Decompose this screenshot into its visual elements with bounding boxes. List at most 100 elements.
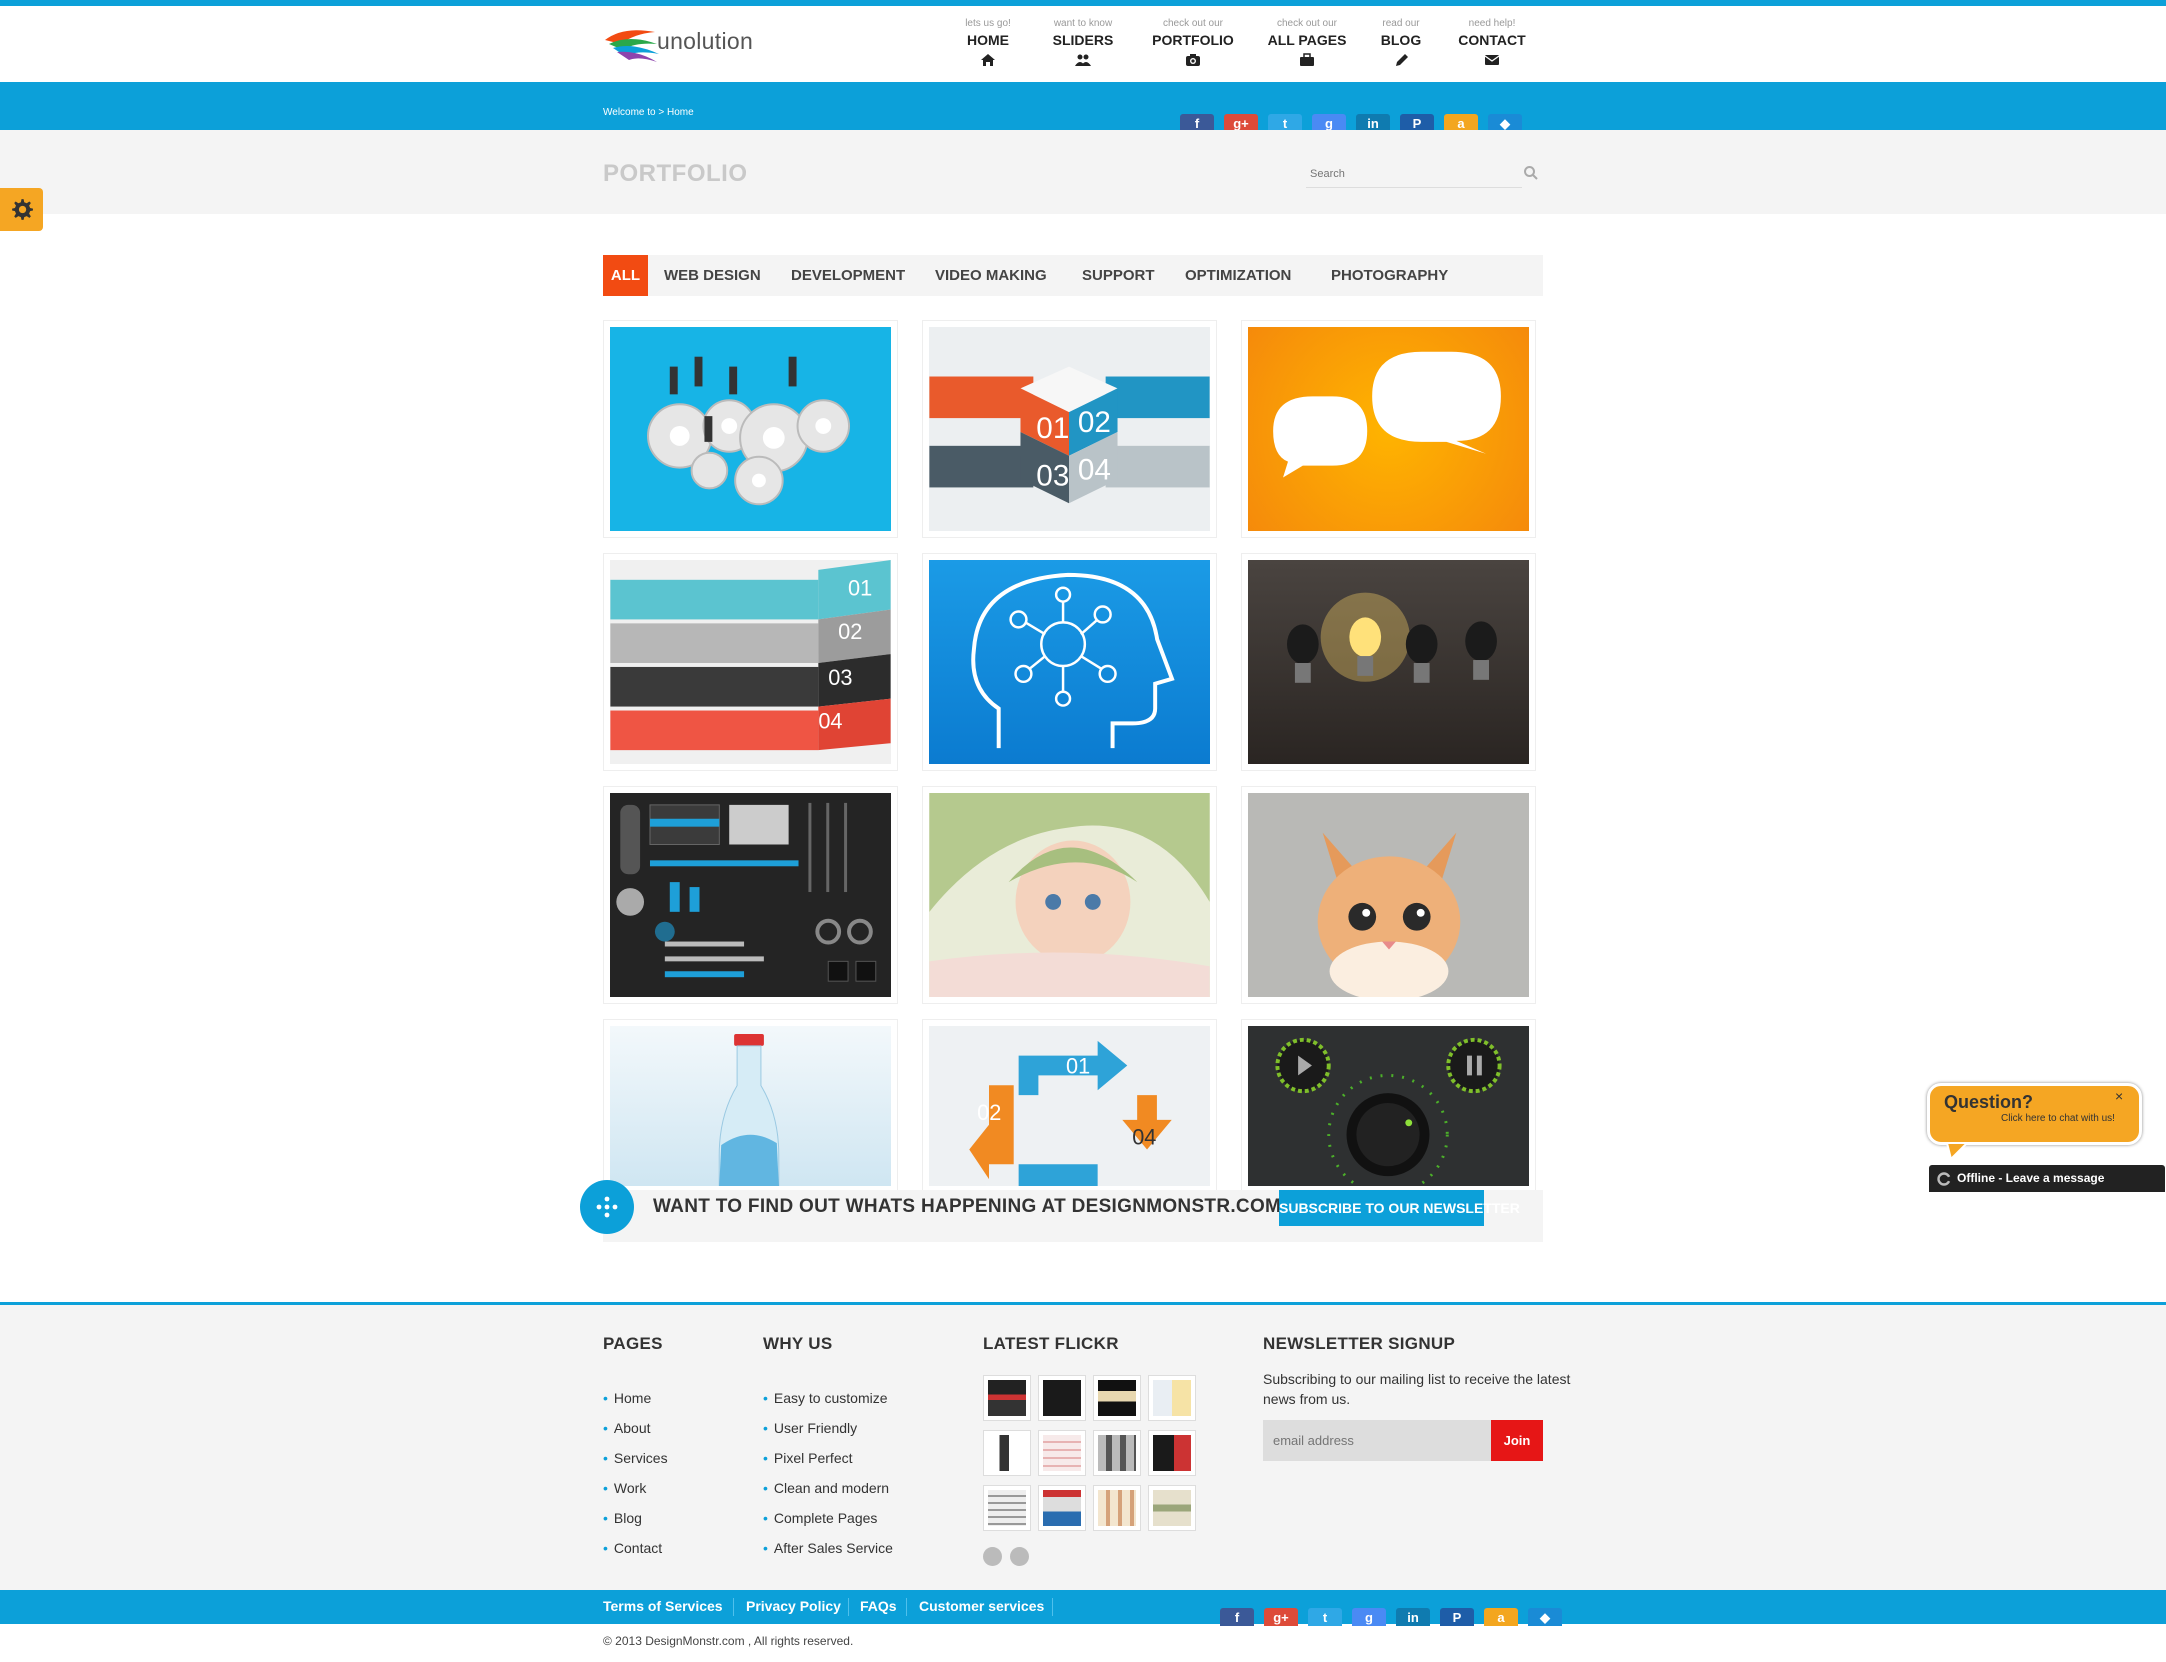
- search-input[interactable]: [1306, 160, 1522, 188]
- flickr-next-button[interactable]: [1010, 1547, 1029, 1566]
- nav-all-pages[interactable]: check out our ALL PAGES: [1266, 18, 1348, 67]
- footer-pages-heading: PAGES: [603, 1334, 663, 1353]
- portfolio-item-water-bottle[interactable]: [603, 1019, 898, 1193]
- chat-close-button[interactable]: ×: [2115, 1088, 2123, 1104]
- footer-link-about[interactable]: About: [603, 1420, 651, 1436]
- footer-link-home[interactable]: Home: [603, 1390, 651, 1406]
- footer-flickr-heading: LATEST FLICKR: [983, 1334, 1119, 1353]
- flickr-thumbnail[interactable]: [1093, 1375, 1141, 1421]
- flickr-thumbnail[interactable]: [983, 1430, 1031, 1476]
- dots-icon: [596, 1196, 618, 1218]
- nav-home[interactable]: lets us go! HOME: [960, 18, 1016, 67]
- portfolio-image: [929, 793, 1210, 997]
- filter-photography[interactable]: PHOTOGRAPHY: [1331, 255, 1448, 296]
- footer-link-work[interactable]: Work: [603, 1480, 646, 1496]
- footer-link-services[interactable]: Services: [603, 1450, 668, 1466]
- logo-text[interactable]: unolution: [657, 28, 753, 55]
- newsletter-banner-text: WANT TO FIND OUT WHATS HAPPENING AT DESI…: [653, 1196, 1282, 1217]
- amazon-icon[interactable]: a: [1484, 1608, 1518, 1626]
- filter-web-design[interactable]: WEB DESIGN: [664, 255, 761, 296]
- join-button[interactable]: Join: [1491, 1420, 1543, 1461]
- portfolio-item-audio-knob[interactable]: [1241, 1019, 1536, 1193]
- flickr-thumbnail[interactable]: [1093, 1430, 1141, 1476]
- customer-services-link[interactable]: Customer services: [919, 1598, 1044, 1614]
- portfolio-item-baby[interactable]: [922, 786, 1217, 1004]
- filter-development[interactable]: DEVELOPMENT: [791, 255, 905, 296]
- chat-status-icon: [1937, 1172, 1951, 1186]
- nav-home-subtitle: lets us go!: [965, 18, 1011, 29]
- portfolio-item-ui-kit[interactable]: [603, 786, 898, 1004]
- footer-link-blog[interactable]: Blog: [603, 1510, 642, 1526]
- terms-link[interactable]: Terms of Services: [603, 1598, 723, 1614]
- filter-support[interactable]: SUPPORT: [1082, 255, 1155, 296]
- arrow-label-01: 01: [1066, 1053, 1090, 1078]
- cube-label-02: 02: [1078, 406, 1111, 439]
- email-field[interactable]: [1263, 1420, 1491, 1461]
- copyright: © 2013 DesignMonstr.com , All rights res…: [603, 1634, 854, 1648]
- flickr-thumbnail[interactable]: [1038, 1430, 1086, 1476]
- envelope-icon: [1484, 55, 1500, 65]
- flickr-thumbnail[interactable]: [1038, 1485, 1086, 1531]
- flickr-thumbnail[interactable]: [1148, 1375, 1196, 1421]
- flickr-thumbnail[interactable]: [1148, 1485, 1196, 1531]
- flickr-thumbnail[interactable]: [1038, 1375, 1086, 1421]
- filter-video-making[interactable]: VIDEO MAKING: [935, 255, 1047, 296]
- steps-infographic: 01 02 03 04: [610, 560, 891, 751]
- twitter-icon[interactable]: t: [1308, 1608, 1342, 1626]
- search-icon[interactable]: [1523, 165, 1539, 181]
- flickr-thumbnail[interactable]: [983, 1485, 1031, 1531]
- nav-all-pages-label: ALL PAGES: [1267, 32, 1347, 48]
- subscribe-newsletter-button[interactable]: SUBSCRIBE TO OUR NEWSLETTER: [1279, 1190, 1520, 1226]
- nav-blog[interactable]: read our BLOG: [1375, 18, 1427, 67]
- water-bottle-photo: [718, 1033, 780, 1186]
- flickr-thumbnail[interactable]: [1148, 1430, 1196, 1476]
- nav-sliders[interactable]: want to know SLIDERS: [1047, 18, 1119, 67]
- portfolio-image: [610, 327, 891, 531]
- privacy-link[interactable]: Privacy Policy: [746, 1598, 841, 1614]
- flickr-prev-button[interactable]: [983, 1547, 1002, 1566]
- nav-portfolio[interactable]: check out our PORTFOLIO: [1150, 18, 1236, 67]
- why-us-item: User Friendly: [763, 1420, 857, 1436]
- portfolio-item-infographic-steps[interactable]: 01 02 03 04: [603, 553, 898, 771]
- portfolio-image: [1248, 327, 1529, 531]
- newsletter-description: Subscribing to our mailing list to recei…: [1263, 1371, 1571, 1407]
- nav-contact-subtitle: need help!: [1468, 18, 1516, 29]
- facebook-icon[interactable]: f: [1220, 1608, 1254, 1626]
- footer-link-contact[interactable]: Contact: [603, 1540, 662, 1556]
- step-label-02: 02: [838, 619, 862, 644]
- audio-knob-illustration: [1275, 1037, 1502, 1186]
- chat-status-bar[interactable]: Offline - Leave a message: [1929, 1165, 2165, 1192]
- pencil-icon: [1396, 54, 1408, 66]
- filter-all[interactable]: ALL: [603, 255, 648, 296]
- cube-infographic: 01 02 03 04: [929, 366, 1210, 504]
- google-icon[interactable]: g: [1352, 1608, 1386, 1626]
- portfolio-item-light-bulbs[interactable]: [1241, 553, 1536, 771]
- portfolio-item-infographic-arrows[interactable]: 01 02 04: [922, 1019, 1217, 1193]
- filter-optimization[interactable]: OPTIMIZATION: [1185, 255, 1291, 296]
- chat-title: Question?: [1944, 1092, 2033, 1112]
- portfolio-image: [610, 793, 891, 997]
- portfolio-item-head-network[interactable]: [922, 553, 1217, 771]
- dropbox-icon[interactable]: ◆: [1528, 1608, 1562, 1626]
- arrow-label-04: 04: [1132, 1125, 1156, 1150]
- breadcrumb[interactable]: Welcome to > Home: [603, 107, 694, 118]
- settings-panel-toggle[interactable]: [0, 188, 43, 231]
- portfolio-item-gears[interactable]: [603, 320, 898, 538]
- gears-illustration: [647, 356, 851, 506]
- nav-blog-label: BLOG: [1380, 32, 1422, 48]
- faqs-link[interactable]: FAQs: [860, 1598, 897, 1614]
- portfolio-item-kitten[interactable]: [1241, 786, 1536, 1004]
- portfolio-item-speech-bubbles[interactable]: [1241, 320, 1536, 538]
- portfolio-item-infographic-cube[interactable]: 01 02 03 04: [922, 320, 1217, 538]
- googleplus-icon[interactable]: g+: [1264, 1608, 1298, 1626]
- nav-contact-label: CONTACT: [1458, 32, 1526, 48]
- nav-contact[interactable]: need help! CONTACT: [1455, 18, 1529, 67]
- chat-status-text: Offline - Leave a message: [1957, 1171, 2105, 1185]
- flickr-thumbnail[interactable]: [1093, 1485, 1141, 1531]
- briefcase-icon: [1300, 53, 1314, 66]
- paypal-icon[interactable]: P: [1440, 1608, 1474, 1626]
- page-title: PORTFOLIO: [603, 160, 748, 187]
- linkedin-icon[interactable]: in: [1396, 1608, 1430, 1626]
- light-bulbs-photo: [1286, 592, 1497, 683]
- flickr-thumbnail[interactable]: [983, 1375, 1031, 1421]
